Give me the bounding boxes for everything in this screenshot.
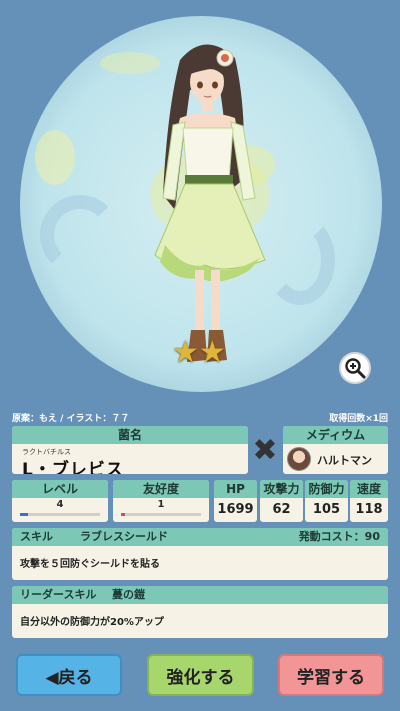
learn-button[interactable]: 学習する <box>278 654 384 696</box>
affinity-stat: 友好度 1 <box>113 480 209 522</box>
medium-label: メディウム <box>283 426 388 444</box>
defense-stat: 防御力 105 <box>305 480 348 522</box>
medium-name: ハルトマン <box>317 454 372 467</box>
affinity-bar <box>121 513 201 516</box>
defense-label: 防御力 <box>305 480 348 498</box>
star-icon: ★ <box>198 335 226 370</box>
skill-name: ラブレスシールド <box>80 530 168 543</box>
attack-label: 攻撃力 <box>260 480 303 498</box>
attack-value: 62 <box>272 502 291 517</box>
medium-avatar <box>287 447 311 471</box>
hp-stat: HP 1699 <box>214 480 257 522</box>
attack-stat: 攻撃力 62 <box>260 480 303 522</box>
skill-header: スキル ラブレスシールド 発動コスト：90 <box>12 528 388 546</box>
skill-panel: スキル ラブレスシールド 発動コスト：90 攻撃を５回防ぐシールドを貼る <box>12 528 388 580</box>
background-swirl <box>40 195 120 275</box>
speed-label: 速度 <box>350 480 388 498</box>
credit-row: 原案：もえ / イラスト：７７ 取得回数×1回 <box>12 410 388 424</box>
skill-cost: 発動コスト：90 <box>298 530 380 543</box>
affinity-bar-fill <box>121 513 125 516</box>
defense-value: 105 <box>312 502 341 517</box>
leader-skill-name: 蔓の鎧 <box>112 588 145 601</box>
hp-value: 1699 <box>217 502 254 517</box>
skill-label: スキル <box>20 530 53 543</box>
acquire-count: 取得回数×1回 <box>329 413 388 424</box>
back-button[interactable]: ◀戻る <box>16 654 122 696</box>
speed-stat: 速度 118 <box>350 480 388 522</box>
level-value: 4 <box>56 499 64 510</box>
affinity-label: 友好度 <box>113 480 209 498</box>
hp-label: HP <box>214 480 257 498</box>
character-illustration[interactable] <box>125 30 285 380</box>
medium-panel[interactable]: メディウム ハルトマン <box>283 426 388 474</box>
name-label: 菌名 <box>12 426 248 444</box>
leader-skill-panel: リーダースキル 蔓の鎧 自分以外の防御力が20%アップ <box>12 586 388 638</box>
level-label: レベル <box>12 480 108 498</box>
bacteria-name-panel: 菌名 ラクトバチルス L・ブレビス <box>12 426 248 474</box>
illustration-credit: 原案：もえ / イラスト：７７ <box>12 413 130 424</box>
level-bar-fill <box>20 513 28 516</box>
cross-icon: ✖ <box>252 433 278 468</box>
level-bar <box>20 513 100 516</box>
leader-skill-description: 自分以外の防御力が20%アップ <box>20 617 164 628</box>
character-stage: ★ ★ <box>0 0 400 405</box>
leader-skill-header: リーダースキル 蔓の鎧 <box>12 586 388 604</box>
leader-skill-label: リーダースキル <box>20 588 97 601</box>
skill-description: 攻撃を５回防ぐシールドを貼る <box>20 559 160 570</box>
affinity-value: 1 <box>157 499 165 510</box>
character-name: L・ブレビス <box>22 460 124 474</box>
speed-value: 118 <box>355 502 383 517</box>
zoom-button[interactable] <box>339 352 371 384</box>
star-icon: ★ <box>172 335 199 370</box>
enhance-button[interactable]: 強化する <box>147 654 254 696</box>
level-stat: レベル 4 <box>12 480 108 522</box>
background-blob <box>35 130 75 185</box>
zoom-in-icon <box>345 358 366 379</box>
rarity-stars: ★ ★ <box>172 338 226 368</box>
